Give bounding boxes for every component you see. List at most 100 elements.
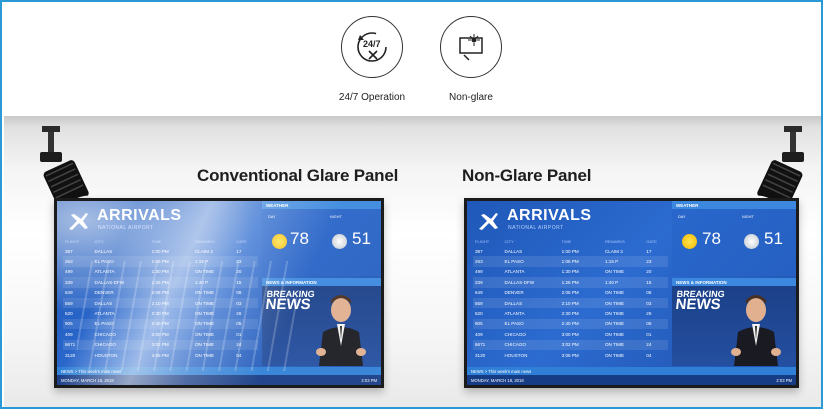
arrivals-subtitle: NATIONAL AIRPORT <box>508 225 564 231</box>
24-7-operation-icon: 24/7 <box>341 16 403 78</box>
frame: 24/7 24/7 Operation Non-glare Convention… <box>0 0 823 409</box>
table-header: FLIGHT CITY TIME REMARKS GATE <box>475 239 657 244</box>
table-row: 905 EL PASO 2:40 PM ON TIME 05 <box>63 318 258 330</box>
table-cell: EL PASO <box>504 321 524 327</box>
table-cell: ON TIME <box>194 269 215 275</box>
feature-label-24-7: 24/7 Operation <box>338 92 406 103</box>
table-cell: ON TIME <box>194 331 215 337</box>
moon-icon <box>332 234 347 249</box>
tv-non-glare: ARRIVALS NATIONAL AIRPORT FLIGHT CITY TI… <box>464 198 799 388</box>
arrivals-table: FLIGHT CITY TIME REMARKS GATE 387 DALLAS 1… <box>63 239 258 360</box>
arrivals-title: ARRIVALS <box>507 207 592 224</box>
table-cell: 409 <box>475 331 483 337</box>
table-row: 263 EL PASO 1:05 PM 1:15 P 23 <box>63 256 258 267</box>
table-cell: 3:02 PM <box>561 342 579 348</box>
airplane-icon <box>479 213 498 230</box>
table-cell: CHICAGO <box>94 331 116 337</box>
table-cell: 1:15 P <box>604 259 619 265</box>
table-cell: DALLAS-DFW <box>504 279 535 285</box>
table-cell: ON TIME <box>194 321 215 327</box>
table-cell: 3:02 PM <box>151 342 169 348</box>
table-cell: DENVER <box>504 290 524 296</box>
moon-icon <box>744 234 759 249</box>
table-row: 263 EL PASO 1:05 PM 1:15 P 23 <box>473 256 668 267</box>
screen-footer: MONDAY, MARCH 18, 2018 2:03 PM <box>467 375 796 385</box>
table-cell: 03 <box>646 300 652 306</box>
news-box: NEWS & INFORMATION BREAKING NEWS <box>672 278 796 366</box>
table-cell: ON TIME <box>194 300 215 306</box>
breaking-news: BREAKING NEWS <box>264 289 316 313</box>
table-cell: 387 <box>65 248 73 254</box>
table-cell: CHICAGO <box>504 331 526 337</box>
sun-icon <box>682 234 697 249</box>
night-temp: 51 <box>764 229 783 248</box>
table-header: FLIGHT CITY TIME REMARKS GATE <box>65 239 247 244</box>
table-row: 6671 CHICAGO 3:02 PM ON TIME 24 <box>473 339 668 350</box>
night-label: NIGHT <box>742 215 754 219</box>
table-row: 387 DALLAS 1:00 PM CLAIM 3 17 <box>473 246 668 256</box>
table-cell: 1:25 PM <box>151 279 169 285</box>
table-row: 339 DALLAS-DFW 1:25 PM 1:40 P 15 <box>473 277 668 288</box>
table-cell: 1:25 PM <box>561 279 579 285</box>
table-cell: 3:00 PM <box>151 331 169 337</box>
table-cell: DALLAS <box>94 248 113 254</box>
airplane-icon <box>69 213 88 230</box>
table-row: 649 DENVER 2:05 PM ON TIME 08 <box>63 288 258 298</box>
table-cell: 1:05 PM <box>151 259 169 265</box>
day-label: DAY <box>268 215 276 219</box>
screen-non-glare: ARRIVALS NATIONAL AIRPORT FLIGHT CITY TI… <box>467 201 796 385</box>
weather-label: WEATHER <box>262 201 381 209</box>
table-row: 905 EL PASO 2:40 PM ON TIME 05 <box>473 318 668 330</box>
table-cell: 1:00 PM <box>151 248 169 254</box>
table-cell: 05 <box>646 321 652 327</box>
table-cell: ATLANTA <box>504 269 525 275</box>
table-cell: 2:30 PM <box>561 311 579 317</box>
table-cell: EL PASO <box>94 259 114 265</box>
table-cell: 905 <box>65 321 73 327</box>
table-cell: 23 <box>236 259 242 265</box>
conventional-panel-title: Conventional Glare Panel <box>197 166 399 185</box>
table-cell: DENVER <box>94 290 114 296</box>
table-cell: ON TIME <box>604 290 625 296</box>
table-cell: 559 <box>475 300 483 306</box>
table-cell: 1:00 PM <box>561 248 579 254</box>
table-cell: 26 <box>236 311 242 317</box>
table-row: 6671 CHICAGO 3:02 PM ON TIME 24 <box>63 339 258 350</box>
table-cell: 520 <box>65 311 73 317</box>
sun-icon <box>272 234 287 249</box>
news-ticker: NEWS > This week's main news <box>57 367 381 375</box>
table-cell: ON TIME <box>194 290 215 296</box>
screen-conventional: ARRIVALS NATIONAL AIRPORT FLIGHT CITY TI… <box>57 201 381 385</box>
news-anchor-icon <box>731 295 781 366</box>
breaking-news: BREAKING NEWS <box>674 289 726 313</box>
night-label: NIGHT <box>330 215 342 219</box>
table-cell: 499 <box>65 269 73 275</box>
table-row: 409 CHICAGO 3:00 PM ON TIME 01 <box>63 329 258 339</box>
table-row: 520 ATLANTA 2:30 PM ON TIME 26 <box>63 308 258 318</box>
table-cell: 409 <box>65 331 73 337</box>
table-cell: 01 <box>236 331 242 337</box>
table-cell: EL PASO <box>504 259 524 265</box>
table-cell: 1:30 PM <box>151 269 169 275</box>
table-cell: DALLAS <box>504 300 523 306</box>
table-cell: 1:40 P <box>194 279 209 285</box>
footer-time: 2:03 PM <box>361 378 377 383</box>
table-cell: ON TIME <box>194 342 215 348</box>
table-row: 499 ATLANTA 1:30 PM ON TIME 20 <box>63 267 258 277</box>
table-cell: 6671 <box>475 342 486 348</box>
arrivals-title: ARRIVALS <box>97 207 182 224</box>
table-cell: EL PASO <box>94 321 114 327</box>
table-cell: ON TIME <box>604 342 625 348</box>
footer-date: MONDAY, MARCH 18, 2018 <box>61 378 114 383</box>
news-anchor-icon <box>316 295 366 366</box>
table-cell: 1:40 P <box>604 279 619 285</box>
table-cell: ON TIME <box>604 352 625 358</box>
table-cell: 04 <box>646 352 652 358</box>
table-cell: 649 <box>475 290 483 296</box>
table-cell: 3120 <box>65 352 76 358</box>
screen-footer: MONDAY, MARCH 18, 2018 2:03 PM <box>57 375 381 385</box>
table-cell: 339 <box>65 279 73 285</box>
table-cell: ON TIME <box>604 269 625 275</box>
table-cell: ATLANTA <box>94 269 115 275</box>
weather-box: WEATHER DAY NIGHT 78 51 <box>262 201 381 276</box>
